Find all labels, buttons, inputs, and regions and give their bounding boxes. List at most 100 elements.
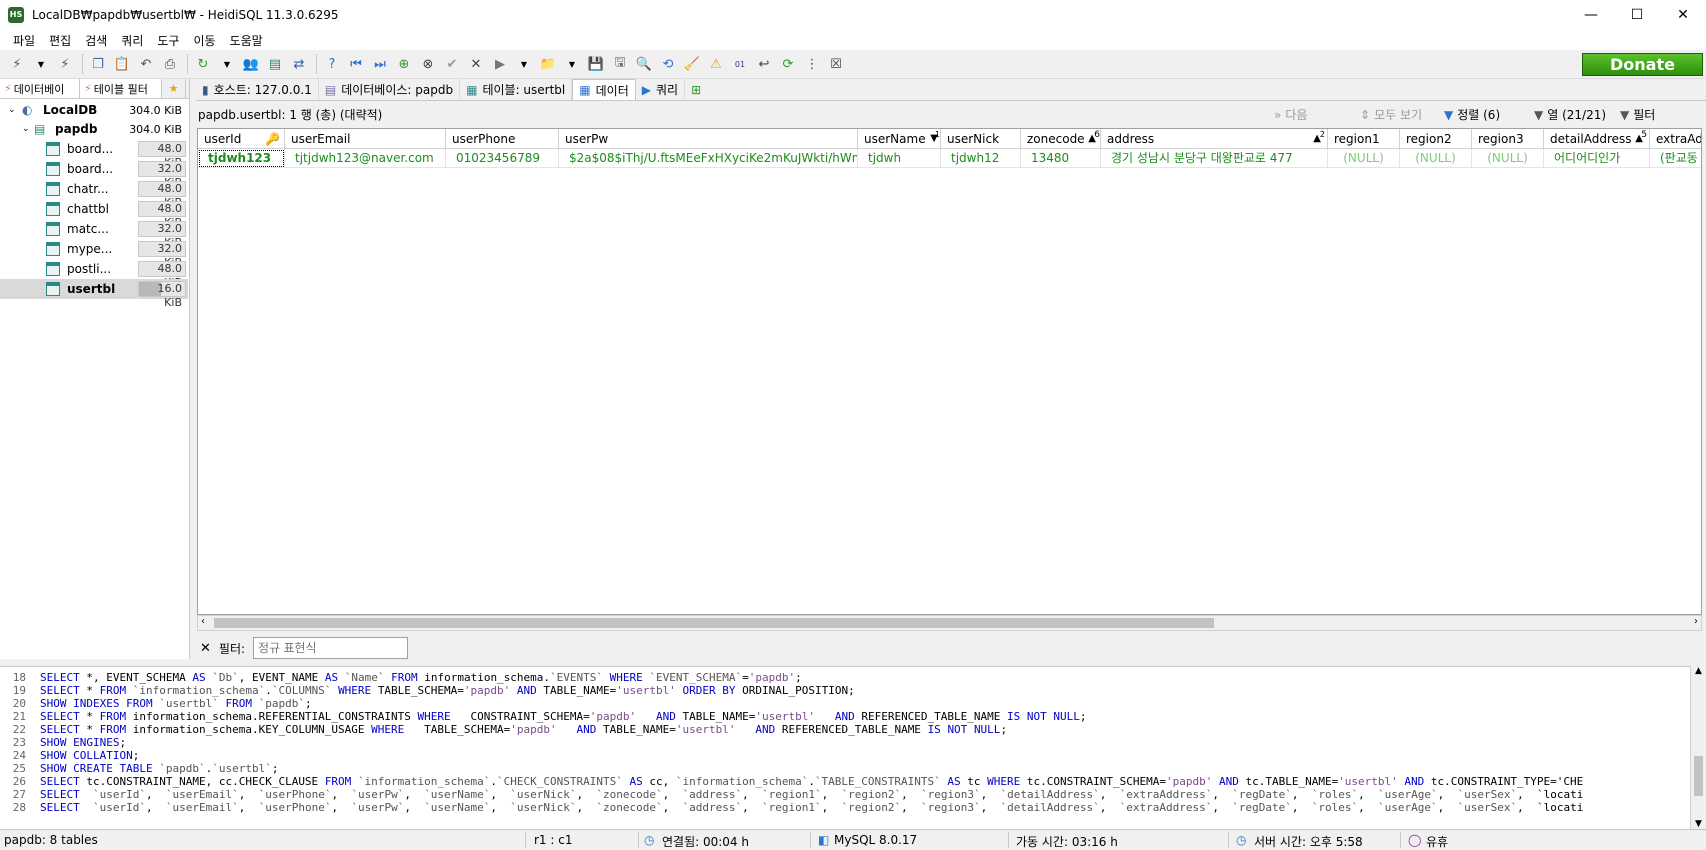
sort-button[interactable]: ▼ 정렬 (6) <box>1444 106 1500 123</box>
tree-item-table[interactable]: mype... 32.0 KiB <box>0 239 188 269</box>
save-as-icon[interactable]: 🖫 <box>609 53 631 75</box>
menu-go[interactable]: 이동 <box>186 32 222 49</box>
dropdown-arrow-icon[interactable]: ▼ <box>216 53 238 75</box>
horizontal-scrollbar[interactable]: ‹ › <box>197 615 1702 631</box>
chevron-down-icon[interactable]: ⌄ <box>22 124 30 134</box>
tab-database-filter[interactable]: ⚡ 데이터베이 <box>0 79 80 98</box>
new-query-tab-button[interactable]: ⊞ <box>685 79 707 100</box>
tree-item-table[interactable]: postli... 48.0 KiB <box>0 259 188 289</box>
find-icon[interactable]: 🔍 <box>633 53 655 75</box>
filter-input[interactable] <box>253 637 409 659</box>
scroll-down-icon[interactable]: ▼ <box>1695 819 1702 829</box>
warnings-icon[interactable]: ⚠ <box>705 53 727 75</box>
post-record-icon[interactable]: ✔ <box>441 53 463 75</box>
binary-icon[interactable]: 01 <box>729 53 751 75</box>
column-header[interactable]: detailAddress ▲ 5 <box>1544 129 1650 149</box>
menu-edit[interactable]: 편집 <box>42 32 78 49</box>
table-cell[interactable]: tjdwh12 <box>941 149 1021 168</box>
close-filter-icon[interactable]: ✕ <box>200 641 211 656</box>
dropdown-arrow-icon[interactable]: ▼ <box>561 53 583 75</box>
column-header[interactable]: region3 <box>1472 129 1544 149</box>
disconnect-icon[interactable]: ⚡ <box>54 53 76 75</box>
next-button[interactable]: » 다음 <box>1274 106 1307 123</box>
scroll-left-icon[interactable]: ‹ <box>201 616 205 627</box>
column-header[interactable]: userNick <box>941 129 1021 149</box>
menu-help[interactable]: 도움말 <box>223 32 270 49</box>
paste-icon[interactable]: 📋 <box>111 53 133 75</box>
copy-icon[interactable]: ❐ <box>87 53 109 75</box>
table-cell[interactable]: (판교동 <box>1650 149 1701 168</box>
tab-table[interactable]: ▦ 테이블: usertbl <box>460 79 573 100</box>
tree-item-table[interactable]: matc... 32.0 KiB <box>0 219 188 249</box>
tab-data[interactable]: ▦ 데이터 <box>572 79 636 100</box>
column-header[interactable]: userName ▼ 1 <box>858 129 941 149</box>
column-header[interactable]: region2 <box>1400 129 1472 149</box>
refresh-icon[interactable]: ↻ <box>192 53 214 75</box>
dropdown-arrow-icon[interactable]: ▼ <box>513 53 535 75</box>
wrap-icon[interactable]: ↩ <box>753 53 775 75</box>
delete-record-icon[interactable]: ⊗ <box>417 53 439 75</box>
table-cell[interactable]: tjdwh123 <box>198 149 285 168</box>
close-window-button[interactable]: ✕ <box>1660 0 1706 30</box>
scrollbar-thumb[interactable] <box>1694 756 1703 796</box>
save-icon[interactable]: 💾 <box>585 53 607 75</box>
undo-icon[interactable]: ↶ <box>135 53 157 75</box>
scroll-up-icon[interactable]: ▲ <box>1695 666 1702 676</box>
table-cell[interactable]: 01023456789 <box>446 149 559 168</box>
column-header[interactable]: extraAd <box>1650 129 1701 149</box>
table-cell[interactable]: tjtjdwh123@naver.com <box>285 149 446 168</box>
favorites-star-icon[interactable]: ★ <box>162 79 186 98</box>
table-cell[interactable]: (NULL) <box>1472 149 1544 168</box>
tab-database[interactable]: ▤ 데이터베이스: papdb <box>319 79 461 100</box>
table-cell[interactable]: $2a$08$iThj/U.ftsMEeFxHXyciKe2mKuJWkti/h… <box>559 149 858 168</box>
close-tab-icon[interactable]: ☒ <box>825 53 847 75</box>
print-icon[interactable]: ⎙ <box>159 53 181 75</box>
table-cell[interactable]: (NULL) <box>1400 149 1472 168</box>
tree-item-papdb[interactable]: ⌄ ▤ papdb 304.0 KiB <box>0 119 188 139</box>
tree-item-table[interactable]: board... 48.0 KiB <box>0 139 188 169</box>
first-record-icon[interactable]: ⏮ <box>345 53 367 75</box>
columns-button[interactable]: ▼ 열 (21/21) <box>1534 106 1606 123</box>
table-cell[interactable]: 경기 성남시 분당구 대왕판교로 477 <box>1101 149 1328 168</box>
auto-refresh-icon[interactable]: ⟳ <box>777 53 799 75</box>
column-header[interactable]: address ▲ 2 <box>1101 129 1328 149</box>
connect-icon[interactable]: ⚡ <box>6 53 28 75</box>
open-folder-icon[interactable]: 📁 <box>537 53 559 75</box>
help-icon[interactable]: ? <box>321 53 343 75</box>
tree-item-localdb[interactable]: ⌄ ◐ LocalDB 304.0 KiB <box>0 100 188 120</box>
export-icon[interactable]: ▤ <box>264 53 286 75</box>
more-icon[interactable]: ⋮ <box>801 53 823 75</box>
column-header[interactable]: userPw <box>559 129 858 149</box>
filter-button[interactable]: ▼ 필터 <box>1620 106 1655 123</box>
column-header[interactable]: zonecode ▲ 6 <box>1021 129 1101 149</box>
menu-query[interactable]: 쿼리 <box>114 32 150 49</box>
menu-search[interactable]: 검색 <box>78 32 114 49</box>
tab-host[interactable]: ▮ 호스트: 127.0.0.1 <box>196 79 319 100</box>
vertical-scrollbar[interactable]: ▲ ▼ <box>1690 666 1706 829</box>
user-manager-icon[interactable]: 👥 <box>240 53 262 75</box>
show-all-button[interactable]: ⇕ 모두 보기 <box>1360 106 1422 123</box>
run-query-icon[interactable]: ▶ <box>489 53 511 75</box>
add-record-icon[interactable]: ⊕ <box>393 53 415 75</box>
sync-icon[interactable]: ⇄ <box>288 53 310 75</box>
column-header[interactable]: userPhone <box>446 129 559 149</box>
dropdown-arrow-icon[interactable]: ▼ <box>30 53 52 75</box>
column-header[interactable]: userEmail <box>285 129 446 149</box>
cancel-record-icon[interactable]: ✕ <box>465 53 487 75</box>
tab-query[interactable]: ▶ 쿼리 <box>636 79 686 100</box>
sql-log-panel[interactable]: 18 SELECT *, EVENT_SCHEMA AS `Db`, EVENT_… <box>0 666 1706 829</box>
tab-table-filter[interactable]: ⚡ 테이블 필터 <box>80 79 162 98</box>
tree-item-usertbl[interactable]: usertbl 16.0 KiB <box>0 279 188 309</box>
menu-tools[interactable]: 도구 <box>150 32 186 49</box>
table-cell[interactable]: (NULL) <box>1328 149 1400 168</box>
column-header[interactable]: userId 🔑 <box>198 129 285 149</box>
table-cell[interactable]: 13480 <box>1021 149 1101 168</box>
clear-icon[interactable]: 🧹 <box>681 53 703 75</box>
tree-item-table[interactable]: chatr... 48.0 KiB <box>0 179 188 209</box>
maximize-button[interactable]: ☐ <box>1614 0 1660 30</box>
tree-item-table[interactable]: chattbl 48.0 KiB <box>0 199 188 229</box>
column-header[interactable]: region1 <box>1328 129 1400 149</box>
tree-item-table[interactable]: board... 32.0 KiB <box>0 159 188 189</box>
table-cell[interactable]: tjdwh <box>858 149 941 168</box>
table-cell[interactable]: 어디어디인가 <box>1544 149 1650 168</box>
